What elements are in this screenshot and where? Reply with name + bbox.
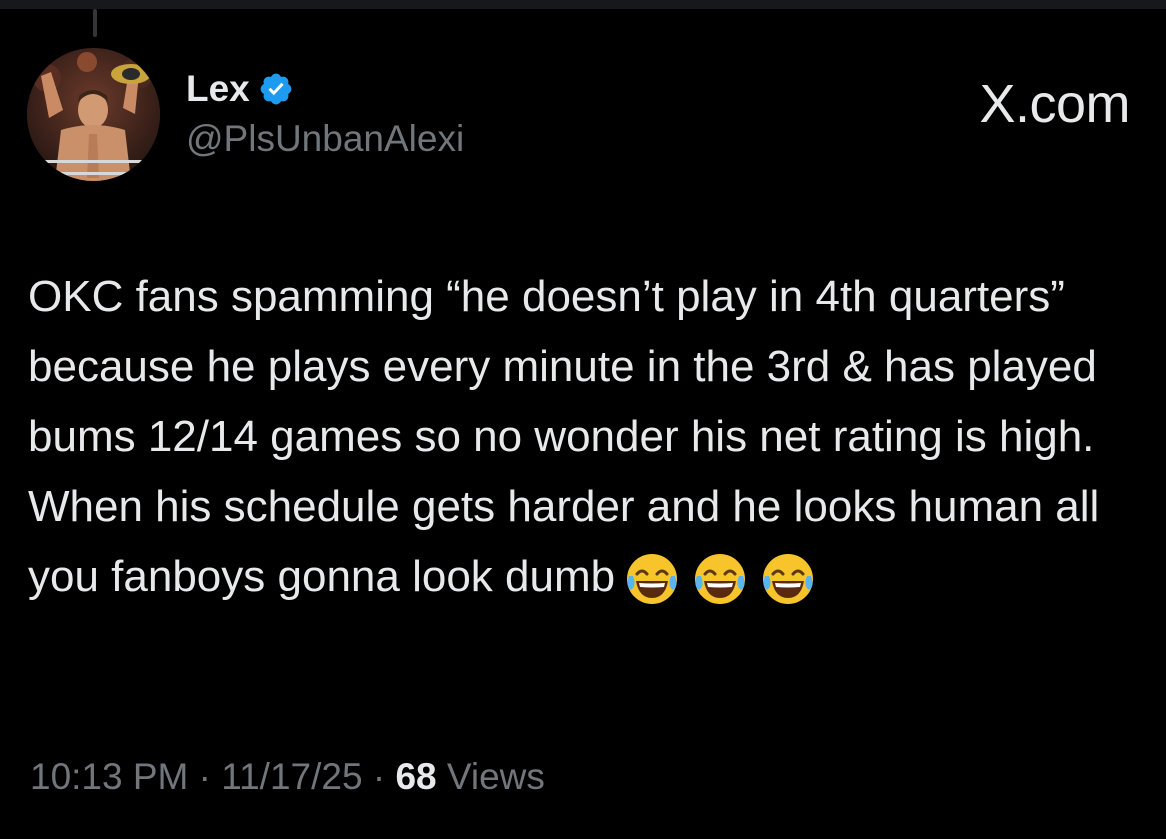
views-label[interactable]: Views <box>437 756 545 798</box>
x-com-watermark: X.com <box>979 74 1130 134</box>
avatar[interactable] <box>27 48 160 181</box>
face-with-tears-of-joy-icon <box>759 550 817 608</box>
meta-separator: · <box>188 756 222 797</box>
thread-connector-line <box>93 9 97 37</box>
author-display-name[interactable]: Lex <box>186 68 250 110</box>
author-handle[interactable]: @PlsUnbanAlexi <box>186 118 464 160</box>
face-with-tears-of-joy-icon <box>691 550 749 608</box>
author-name-row[interactable]: Lex <box>186 66 294 112</box>
meta-separator: · <box>362 756 396 797</box>
views-count[interactable]: 68 <box>395 756 436 798</box>
tweet-body: OKC fans spamming “he doesn’t play in 4t… <box>28 262 1138 612</box>
face-with-tears-of-joy-icon <box>623 550 681 608</box>
tweet-meta: 10:13 PM · 11/17/25 · 68 Views <box>30 755 545 799</box>
verified-badge-icon <box>258 71 294 107</box>
tweet-text: OKC fans spamming “he doesn’t play in 4t… <box>28 272 1100 601</box>
avatar-image <box>27 48 160 181</box>
tweet-date[interactable]: 11/17/25 <box>221 756 362 798</box>
emoji-group <box>623 550 817 608</box>
tweet-time[interactable]: 10:13 PM <box>30 756 188 798</box>
top-border <box>0 0 1166 9</box>
